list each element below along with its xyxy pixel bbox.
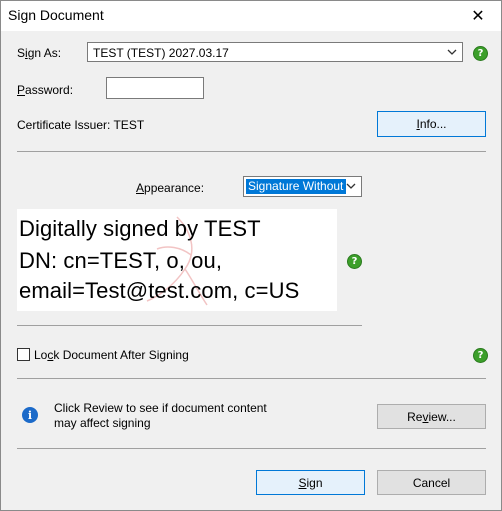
lock-help-icon[interactable]: ?: [473, 348, 488, 363]
sign-as-help-icon[interactable]: ?: [473, 46, 488, 61]
chevron-down-icon: [447, 49, 457, 55]
certificate-issuer: Certificate Issuer: TEST: [17, 118, 145, 132]
cancel-button[interactable]: Cancel: [377, 470, 486, 495]
review-text-2: may affect signing: [54, 416, 151, 430]
sign-button[interactable]: Sign: [256, 470, 365, 495]
appearance-help-icon[interactable]: ?: [347, 254, 362, 269]
info-button[interactable]: Info...: [377, 111, 486, 137]
signature-preview: Digitally signed by TEST DN: cn=TEST, o,…: [17, 209, 337, 311]
appearance-select[interactable]: Signature Without: [243, 176, 362, 197]
sign-as-value: TEST (TEST) 2027.03.17: [93, 46, 229, 60]
review-text-1: Click Review to see if document content: [54, 401, 267, 415]
preview-line-2: DN: cn=TEST, o, ou,: [19, 248, 223, 273]
preview-line-1: Digitally signed by TEST: [19, 216, 261, 241]
title-bar: Sign Document ✕: [1, 1, 501, 31]
lock-document-checkbox[interactable]: [17, 348, 30, 361]
review-button[interactable]: Re v iew...: [377, 404, 486, 429]
sign-document-dialog: Sign Document ✕ Sign As: TEST (TEST) 202…: [0, 0, 502, 511]
sign-as-label: Sign As:: [17, 46, 62, 60]
info-icon: i: [22, 407, 38, 423]
divider: [17, 448, 486, 449]
divider: [17, 378, 486, 379]
window-title: Sign Document: [8, 7, 104, 23]
preview-line-3: email=Test@test.com, c=US: [19, 278, 300, 303]
password-field[interactable]: [106, 77, 204, 99]
sign-as-select[interactable]: TEST (TEST) 2027.03.17: [87, 42, 463, 62]
divider: [17, 325, 362, 326]
chevron-down-icon: [346, 183, 356, 189]
lock-document-label: Lock Document After Signing: [34, 348, 189, 362]
divider: [17, 151, 486, 152]
close-icon[interactable]: ✕: [455, 1, 501, 31]
password-label: Password:: [17, 83, 74, 97]
appearance-label: Appearance:: [136, 181, 205, 195]
appearance-value: Signature Without: [246, 179, 346, 194]
